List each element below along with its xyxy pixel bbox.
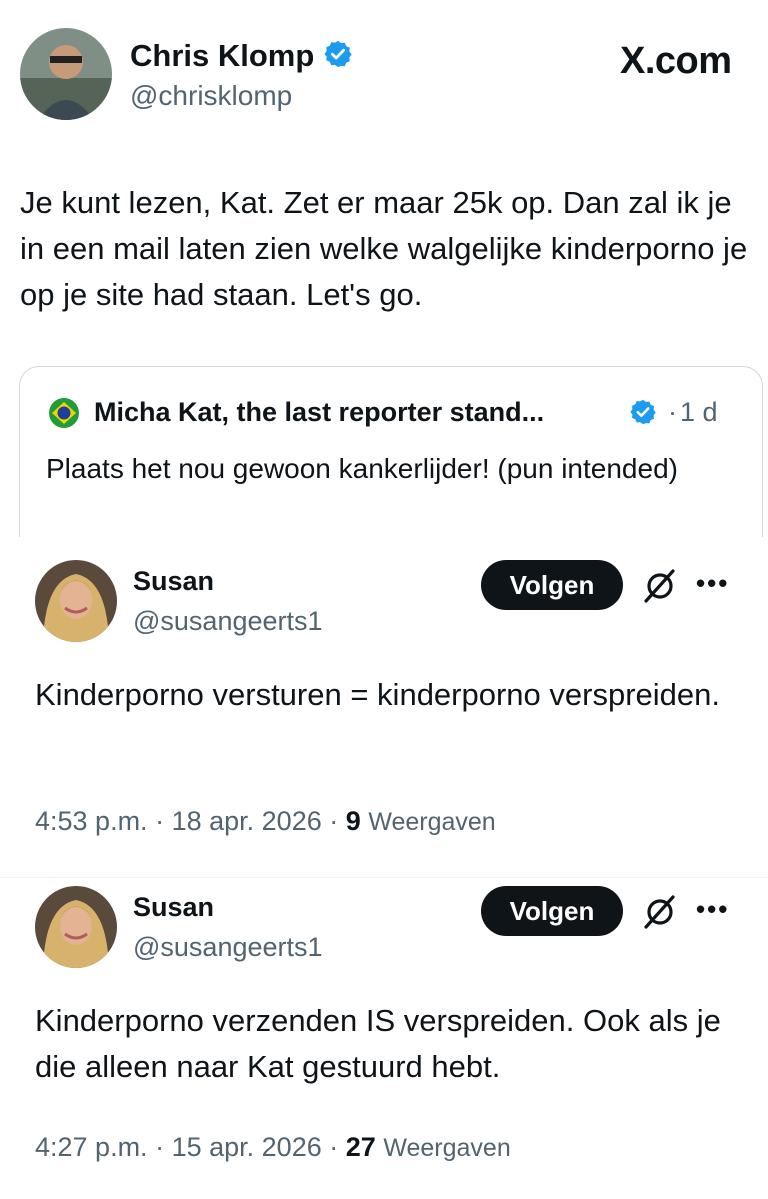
quoted-tweet-text: Plaats het nou gewoon kankerlijder! (pun… <box>46 453 678 484</box>
views-label: Weergaven <box>368 808 496 836</box>
reply-text: Kinderporno versturen = kinderporno vers… <box>35 677 720 712</box>
grok-icon[interactable] <box>642 568 678 604</box>
author-avatar[interactable] <box>20 28 112 120</box>
reply-date[interactable]: 18 apr. 2026 <box>172 806 322 836</box>
reply-text: Kinderporno verzenden IS verspreiden. Oo… <box>35 1003 721 1084</box>
x-brand-logo: X.com <box>620 40 732 82</box>
meta-separator: · <box>155 806 165 836</box>
follow-button[interactable]: Volgen <box>481 560 623 610</box>
brazil-flag-icon <box>48 397 80 429</box>
quoted-timestamp[interactable]: 1 d <box>680 397 718 428</box>
author-name[interactable]: Chris Klomp <box>130 38 314 73</box>
quoted-tweet-card[interactable]: Micha Kat, the last reporter stand... · … <box>19 366 763 537</box>
reply-time[interactable]: 4:27 p.m. <box>35 1132 148 1162</box>
divider <box>0 877 768 878</box>
more-icon[interactable]: ••• <box>696 568 729 599</box>
verified-badge-icon <box>323 39 353 77</box>
reply-author-name[interactable]: Susan <box>133 566 214 597</box>
author-handle[interactable]: @chrisklomp <box>130 80 292 112</box>
follow-button[interactable]: Volgen <box>481 886 623 936</box>
meta-separator: · <box>329 806 339 836</box>
reply-meta: 4:27 p.m. · 15 apr. 2026 · 27 Weergaven <box>35 1132 511 1163</box>
reply-author-handle[interactable]: @susangeerts1 <box>133 606 323 637</box>
views-count: 27 <box>345 1132 376 1162</box>
views-count: 9 <box>345 806 361 836</box>
reply-author-handle[interactable]: @susangeerts1 <box>133 932 323 963</box>
meta-separator: · <box>329 1132 339 1162</box>
tweet-text: Je kunt lezen, Kat. Zet er maar 25k op. … <box>20 185 748 312</box>
quoted-separator: · <box>668 397 677 427</box>
grok-icon[interactable] <box>642 894 678 930</box>
views-label: Weergaven <box>383 1134 511 1162</box>
author-name-row[interactable]: Chris Klomp <box>130 38 353 77</box>
reply-meta: 4:53 p.m. · 18 apr. 2026 · 9 Weergaven <box>35 806 496 837</box>
meta-separator: · <box>155 1132 165 1162</box>
quoted-author-name[interactable]: Micha Kat, the last reporter stand... <box>94 397 544 428</box>
reply-date[interactable]: 15 apr. 2026 <box>172 1132 322 1162</box>
reply-time[interactable]: 4:53 p.m. <box>35 806 148 836</box>
reply-author-name[interactable]: Susan <box>133 892 214 923</box>
reply-avatar[interactable] <box>35 886 117 968</box>
more-icon[interactable]: ••• <box>696 894 729 925</box>
reply-avatar[interactable] <box>35 560 117 642</box>
verified-badge-icon <box>629 398 657 431</box>
